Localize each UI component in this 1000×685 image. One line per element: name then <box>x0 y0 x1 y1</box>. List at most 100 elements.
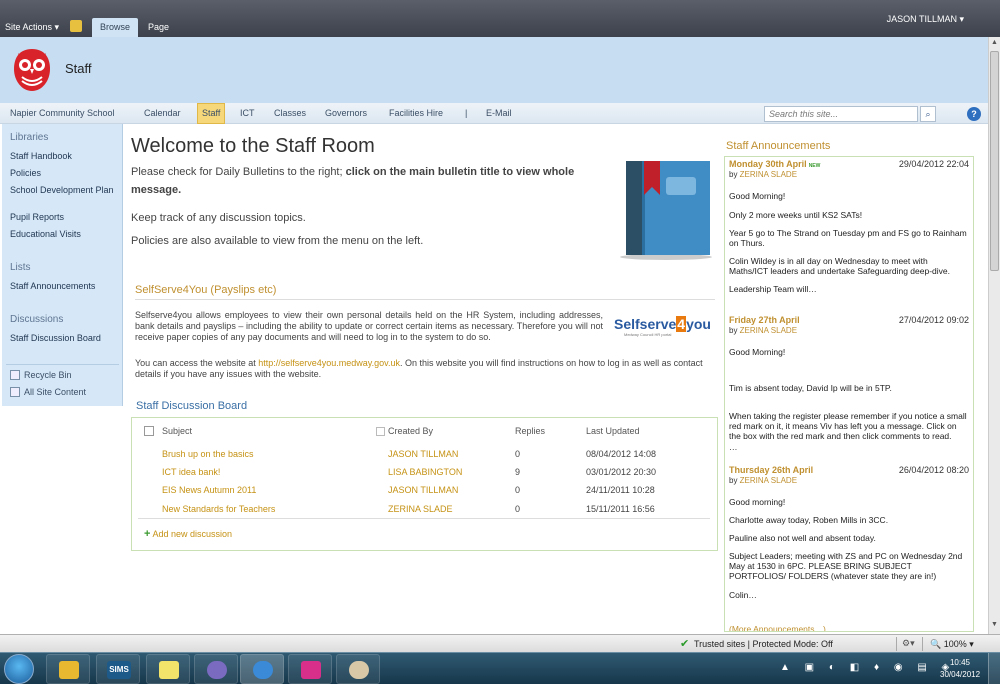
user-menu[interactable]: JASON TILLMAN ▾ <box>887 14 964 25</box>
clock[interactable]: 10:45 30/04/2012 <box>940 657 980 681</box>
row-replies: 9 <box>515 467 521 477</box>
nav-governors[interactable]: Governors <box>325 103 367 124</box>
site-actions-menu[interactable]: Site Actions ▾ <box>5 22 59 33</box>
privacy-icon[interactable]: ⚙▾ <box>902 638 915 649</box>
row-subject[interactable]: New Standards for Teachers <box>162 504 275 514</box>
taskbar-sticky-notes[interactable] <box>146 654 190 684</box>
site-title[interactable]: Staff <box>65 61 92 76</box>
ql-staff-handbook[interactable]: Staff Handbook <box>10 150 120 162</box>
announcement-date: 29/04/2012 22:04 <box>898 159 969 169</box>
row-subject[interactable]: Brush up on the basics <box>162 449 254 459</box>
col-created-by[interactable]: Created By <box>388 426 433 436</box>
taskbar-sims[interactable]: SIMS <box>96 654 140 684</box>
clock-time: 10:45 <box>949 658 971 667</box>
sticky-notes-icon <box>159 661 179 679</box>
announcement-text: Colin Wildey is in all day on Wednesday … <box>729 256 950 276</box>
row-replies: 0 <box>515 485 521 495</box>
col-last-updated[interactable]: Last Updated <box>586 426 640 436</box>
announcement-heading[interactable]: Monday 30th April NEW <box>729 159 820 169</box>
ql-heading-discussions[interactable]: Discussions <box>10 314 63 325</box>
discussion-board-title[interactable]: Staff Discussion Board <box>136 400 247 412</box>
system-tray[interactable]: ▲ ▣ ◐ ◧ ♦ ◉ ▤ ◈ <box>780 662 955 673</box>
row-created-by[interactable]: LISA BABINGTON <box>388 467 462 477</box>
taskbar-app-star[interactable] <box>288 654 332 684</box>
nav-email[interactable]: E-Mail <box>486 103 512 124</box>
row-created-by[interactable]: JASON TILLMAN <box>388 485 458 495</box>
announcement-heading[interactable]: Thursday 26th April <box>729 465 813 475</box>
nav-home[interactable]: Napier Community School <box>10 103 115 124</box>
select-all-checkbox[interactable] <box>144 426 154 436</box>
more-announcements-link[interactable]: (More Announcements…) <box>729 624 969 631</box>
selfserve4you-logo[interactable]: Selfserve4you Medway Council HR portal <box>614 316 711 342</box>
taskbar-outlook[interactable] <box>46 654 90 684</box>
edit-page-icon[interactable] <box>70 20 82 32</box>
logo-text-4: 4 <box>676 316 687 332</box>
row-subject[interactable]: EIS News Autumn 2011 <box>162 485 256 495</box>
type-icon <box>376 427 385 436</box>
col-replies[interactable]: Replies <box>515 426 545 436</box>
scroll-up-icon[interactable]: ▲ <box>990 39 999 49</box>
author-name[interactable]: ZERINA SLADE <box>740 476 797 485</box>
nav-staff[interactable]: Staff <box>197 103 226 124</box>
author-name[interactable]: ZERINA SLADE <box>740 170 797 179</box>
selfserve-link[interactable]: http://selfserve4you.medway.gov.uk <box>258 358 400 368</box>
scrollbar-thumb[interactable] <box>990 51 999 271</box>
intro-plain: Please check for Daily Bulletins to the … <box>131 166 346 178</box>
divider <box>6 364 119 365</box>
announcement-date: 27/04/2012 09:02 <box>898 315 969 325</box>
row-created-by[interactable]: JASON TILLMAN <box>388 449 458 459</box>
row-updated: 03/01/2012 20:30 <box>586 467 657 477</box>
star-app-icon <box>301 661 321 679</box>
all-site-content-link[interactable]: All Site Content <box>10 387 86 397</box>
author-name[interactable]: ZERINA SLADE <box>740 326 797 335</box>
ql-pupil-reports[interactable]: Pupil Reports <box>10 211 120 223</box>
zoom-level[interactable]: 🔍 100% ▾ <box>930 639 974 650</box>
recycle-bin-link[interactable]: Recycle Bin <box>10 370 72 380</box>
announcement-text: When taking the register please remember… <box>729 411 967 441</box>
announcement-heading[interactable]: Friday 27th April <box>729 315 800 325</box>
by-label: by <box>729 476 740 485</box>
scroll-down-icon[interactable]: ▼ <box>990 621 999 631</box>
announcement-title[interactable]: Monday 30th April <box>729 159 807 169</box>
paint-icon <box>349 661 369 679</box>
col-subject[interactable]: Subject <box>162 426 192 436</box>
ql-heading-libraries[interactable]: Libraries <box>10 132 48 143</box>
windows-taskbar: SIMS ▲ ▣ ◐ ◧ ♦ ◉ ▤ ◈ 10:45 30/04/2012 <box>0 652 1000 685</box>
tab-page[interactable]: Page <box>140 18 177 37</box>
selfserve-title: SelfServe4You (Payslips etc) <box>135 284 277 296</box>
ql-staff-discussion-board[interactable]: Staff Discussion Board <box>10 332 120 344</box>
taskbar-paint[interactable] <box>336 654 380 684</box>
add-discussion-button[interactable]: + Add new discussion <box>144 528 232 540</box>
announcements-title[interactable]: Staff Announcements <box>726 140 830 152</box>
ql-school-development-plan[interactable]: School Development Plan <box>10 184 120 196</box>
user-icon <box>207 661 227 679</box>
plus-icon: + <box>144 528 151 540</box>
taskbar-users[interactable] <box>194 654 238 684</box>
row-subject[interactable]: ICT idea bank! <box>162 467 220 477</box>
ql-staff-announcements[interactable]: Staff Announcements <box>10 280 120 292</box>
search-icon[interactable]: ⌕ <box>920 106 936 122</box>
site-content-icon <box>10 387 20 397</box>
show-desktop-button[interactable] <box>988 653 1000 685</box>
add-discussion-label: Add new discussion <box>152 529 232 539</box>
ql-educational-visits[interactable]: Educational Visits <box>10 228 120 240</box>
internet-explorer-icon <box>253 661 273 679</box>
nav-facilities-hire[interactable]: Facilities Hire <box>389 103 443 124</box>
start-button[interactable] <box>4 654 34 684</box>
divider <box>922 637 923 651</box>
all-site-content-label: All Site Content <box>24 387 87 397</box>
row-created-by[interactable]: ZERINA SLADE <box>388 504 453 514</box>
taskbar-internet-explorer[interactable] <box>240 654 284 684</box>
security-zone-status[interactable]: Trusted sites | Protected Mode: Off <box>694 639 833 649</box>
help-icon[interactable]: ? <box>967 107 981 121</box>
nav-classes[interactable]: Classes <box>274 103 306 124</box>
ql-policies[interactable]: Policies <box>10 167 120 179</box>
school-owl-logo[interactable] <box>12 47 52 93</box>
nav-ict[interactable]: ICT <box>240 103 255 124</box>
tab-browse[interactable]: Browse <box>92 18 139 37</box>
nav-calendar[interactable]: Calendar <box>144 103 181 124</box>
ql-heading-lists[interactable]: Lists <box>10 262 31 273</box>
search-input[interactable]: Search this site... <box>764 106 918 122</box>
logo-text-you: you <box>686 316 711 332</box>
vertical-scrollbar[interactable]: ▲ ▼ <box>988 37 1000 634</box>
